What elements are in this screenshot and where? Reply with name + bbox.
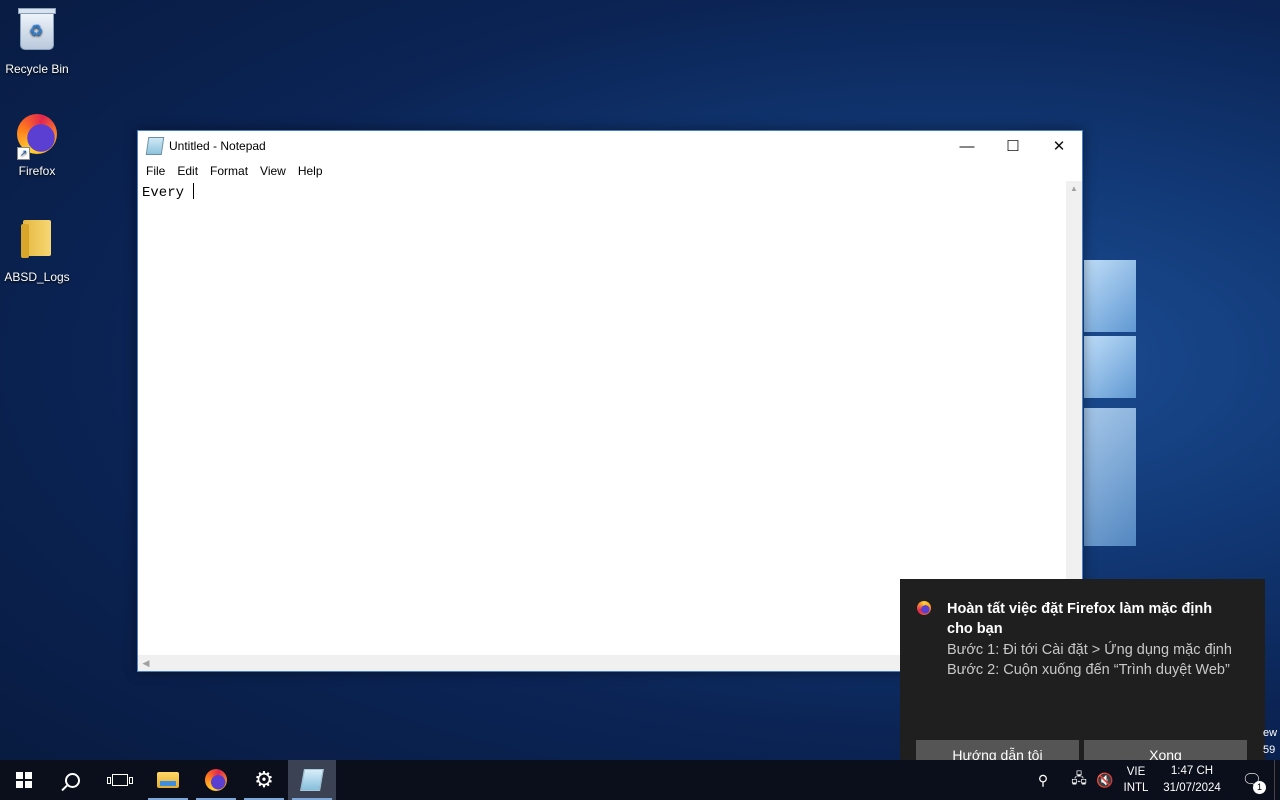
keyboard-layout: INTL: [1123, 782, 1149, 794]
firefox-icon: ↗: [15, 114, 59, 160]
menu-file[interactable]: File: [140, 164, 171, 178]
clock-time: 1:47 CH: [1170, 765, 1214, 777]
menu-help[interactable]: Help: [292, 164, 329, 178]
partial-text: ew: [1263, 727, 1278, 739]
text-caret: [193, 183, 195, 199]
show-desktop-button[interactable]: [1274, 760, 1280, 800]
scroll-left-icon[interactable]: ◀: [138, 655, 154, 671]
language-code: VIE: [1126, 766, 1146, 778]
desktop-icon-label: Firefox: [18, 164, 56, 178]
taskbar-file-explorer[interactable]: [144, 760, 192, 800]
editor-content: Every: [142, 185, 193, 201]
recycle-bin-icon: [15, 8, 59, 56]
done-button[interactable]: Xong: [1084, 740, 1247, 760]
task-view-button[interactable]: [96, 760, 144, 800]
notepad-icon: [300, 769, 324, 791]
toast-title: Hoàn tất việc đặt Firefox làm mặc định c…: [947, 601, 1213, 637]
maximize-button[interactable]: ☐: [990, 131, 1036, 161]
toast-body: Bước 1: Đi tới Cài đặt > Ứng dụng mặc đị…: [947, 640, 1237, 680]
menu-format[interactable]: Format: [204, 164, 254, 178]
shortcut-arrow-icon: ↗: [17, 147, 30, 160]
window-title: Untitled - Notepad: [169, 139, 266, 153]
people-icon[interactable]: ⚲: [1030, 772, 1056, 789]
firefox-icon: [205, 769, 227, 791]
gear-icon: ⚙: [254, 767, 274, 792]
partial-text: 59: [1263, 744, 1276, 756]
notification-toast: Hoàn tất việc đặt Firefox làm mặc định c…: [900, 579, 1265, 760]
desktop-icon-label: Recycle Bin: [5, 62, 69, 76]
task-view-icon: [107, 774, 133, 786]
input-language-indicator[interactable]: VIE INTL: [1118, 764, 1154, 796]
scroll-up-icon[interactable]: ▲: [1066, 181, 1082, 197]
toast-step-1: Bước 1: Đi tới Cài đặt > Ứng dụng mặc đị…: [947, 642, 1232, 658]
search-icon: [64, 772, 80, 788]
windows-start-icon: [16, 772, 32, 788]
start-button[interactable]: [0, 760, 48, 800]
file-explorer-icon: [157, 772, 179, 788]
guide-me-button[interactable]: Hướng dẫn tôi: [916, 740, 1079, 760]
clock-date: 31/07/2024: [1163, 782, 1221, 794]
desktop-icon-recycle-bin[interactable]: Recycle Bin: [1, 8, 73, 76]
desktop-icon-absd-logs[interactable]: ABSD_Logs: [1, 216, 73, 284]
close-button[interactable]: ✕: [1036, 131, 1082, 161]
taskbar: ⚙ ⚲ 🖧 🔇 VIE INTL 1:47 CH 31/07/2024 🗨 1: [0, 760, 1280, 800]
system-tray: ⚲ 🖧 🔇 VIE INTL 1:47 CH 31/07/2024 🗨 1: [1030, 760, 1280, 800]
search-button[interactable]: [48, 760, 96, 800]
desktop-icon-label: ABSD_Logs: [4, 270, 70, 284]
minimize-button[interactable]: —: [944, 131, 990, 161]
taskbar-firefox[interactable]: [192, 760, 240, 800]
title-bar[interactable]: Untitled - Notepad — ☐ ✕: [138, 131, 1082, 161]
taskbar-notepad[interactable]: [288, 760, 336, 800]
toast-step-2: Bước 2: Cuộn xuống đến “Trình duyệt Web”: [947, 662, 1230, 678]
firefox-icon: [917, 601, 931, 615]
clock[interactable]: 1:47 CH 31/07/2024: [1154, 763, 1230, 797]
menu-bar: File Edit Format View Help: [138, 161, 1082, 181]
notification-count-badge: 1: [1253, 781, 1266, 794]
desktop-icon-firefox[interactable]: ↗ Firefox: [1, 112, 73, 178]
menu-view[interactable]: View: [254, 164, 292, 178]
notepad-icon: [145, 137, 165, 155]
action-center-button[interactable]: 🗨 1: [1230, 770, 1274, 794]
network-icon[interactable]: 🖧: [1066, 768, 1092, 792]
menu-edit[interactable]: Edit: [171, 164, 204, 178]
volume-muted-icon[interactable]: 🔇: [1092, 772, 1118, 789]
folder-icon: [15, 220, 59, 264]
taskbar-settings[interactable]: ⚙: [240, 760, 288, 800]
wallpaper-windows-logo: [880, 240, 1280, 560]
